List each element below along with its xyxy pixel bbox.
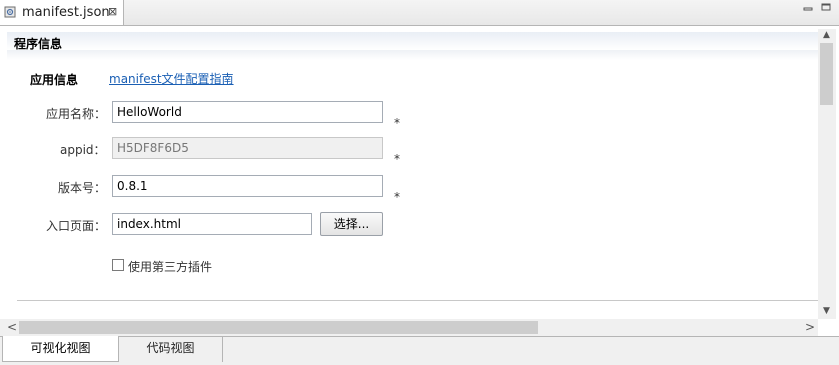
minimize-icon[interactable]	[803, 3, 813, 11]
appid-required-marker: *	[394, 152, 400, 166]
app-name-required-marker: *	[394, 116, 400, 130]
entry-page-label: 入口页面：	[46, 219, 107, 233]
manifest-guide-link[interactable]: manifest文件配置指南	[109, 70, 234, 87]
app-name-label: 应用名称：	[46, 107, 107, 121]
close-icon[interactable]: ⊠	[108, 5, 117, 18]
editor-tab-strip	[0, 0, 839, 26]
tab-code-view[interactable]: 代码视图	[119, 336, 223, 362]
scroll-down-icon[interactable]: ▼	[823, 306, 830, 316]
app-info-heading: 应用信息	[30, 73, 79, 87]
version-input[interactable]: 0.8.1	[112, 175, 383, 197]
scroll-left-icon[interactable]: <	[7, 320, 17, 334]
app-name-input[interactable]: HelloWorld	[112, 101, 383, 123]
third-party-plugin-label: 使用第三方插件	[128, 260, 213, 274]
scroll-right-icon[interactable]: >	[805, 320, 815, 334]
version-label: 版本号：	[58, 181, 107, 195]
version-required-marker: *	[394, 190, 400, 204]
vertical-scroll-thumb[interactable]	[820, 43, 833, 105]
tab-visual-view[interactable]: 可视化视图	[2, 336, 119, 362]
editor-tab-title: manifest.json	[22, 5, 110, 20]
json-file-icon	[4, 6, 16, 18]
maximize-icon[interactable]	[821, 3, 831, 11]
appid-label: appid：	[60, 143, 106, 157]
third-party-plugin-checkbox[interactable]	[112, 259, 124, 271]
choose-entry-page-button[interactable]: 选择...	[320, 212, 383, 236]
appid-input: H5DF8F6D5	[112, 137, 383, 159]
editor-tab-manifest[interactable]: manifest.json ⊠	[0, 0, 124, 25]
section-shadow	[7, 50, 818, 60]
horizontal-scroll-thumb[interactable]	[19, 321, 538, 334]
section-header	[7, 32, 818, 50]
section-title: 程序信息	[14, 37, 63, 51]
scroll-up-icon[interactable]: ▲	[823, 30, 830, 40]
entry-page-input[interactable]: index.html	[112, 213, 312, 235]
form-divider	[17, 300, 818, 301]
